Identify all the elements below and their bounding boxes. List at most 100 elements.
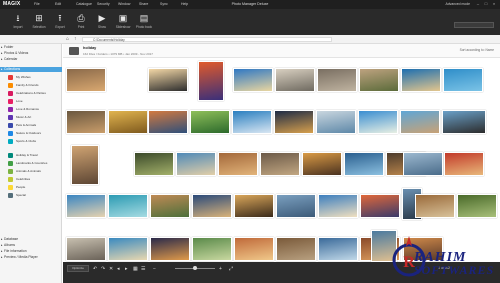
sidebar-item-music-art[interactable]: Music & Art: [8, 114, 58, 121]
photo-thumbnail[interactable]: [276, 237, 316, 261]
sidebar-item-celebrities[interactable]: Celebrities: [8, 176, 58, 183]
sidebar-section-calendar[interactable]: Calendar: [0, 57, 62, 62]
sidebar-item-celebrations[interactable]: Celebrations & Parties: [8, 90, 58, 97]
sidebar-section-database[interactable]: Database: [0, 237, 62, 242]
sidebar-item-landmarks[interactable]: Landmarks & Countries: [8, 160, 58, 167]
sidebar-section-file-info[interactable]: File information: [0, 249, 62, 254]
menu-file[interactable]: File: [34, 2, 55, 6]
photo-thumbnail[interactable]: [359, 68, 399, 92]
photo-thumbnail[interactable]: [108, 194, 148, 218]
grid-view-icon[interactable]: ▦: [133, 266, 138, 272]
prev-icon[interactable]: ◂: [117, 266, 120, 272]
photo-thumbnail[interactable]: [66, 194, 106, 218]
photo-thumbnail[interactable]: [148, 110, 188, 134]
sidebar-item-nature[interactable]: Nature & Outdoors: [8, 130, 58, 137]
close-icon[interactable]: ×: [492, 2, 496, 6]
up-folder-icon[interactable]: ↑: [74, 36, 77, 42]
photo-thumbnail[interactable]: [318, 194, 358, 218]
photo-thumbnail[interactable]: [150, 194, 190, 218]
photo-thumbnail[interactable]: [400, 110, 440, 134]
photobook-button[interactable]: ▤ Photo book: [134, 13, 154, 33]
photo-thumbnail[interactable]: [198, 61, 224, 101]
photo-thumbnail[interactable]: [442, 110, 486, 134]
photo-thumbnail[interactable]: [134, 152, 174, 176]
fit-view-icon[interactable]: ⤢: [229, 266, 233, 272]
list-view-icon[interactable]: ☰: [141, 266, 145, 272]
sidebar-item-love-romance[interactable]: Love & Romance: [8, 106, 58, 113]
sidebar-section-preview[interactable]: Preview / Media Player: [0, 255, 62, 260]
zoom-out-icon[interactable]: −: [153, 266, 156, 272]
photo-thumbnail[interactable]: [232, 110, 272, 134]
sidebar-item-pets-animals[interactable]: Pets & Animals: [8, 122, 58, 129]
menu-help[interactable]: Help: [181, 2, 202, 6]
sidebar-item-animals[interactable]: Animals & Animals: [8, 168, 58, 175]
photo-thumbnail[interactable]: [71, 145, 99, 185]
zoom-slider-handle[interactable]: [193, 266, 197, 270]
sidebar-item-family-friends[interactable]: Family & Friends: [8, 82, 58, 89]
photo-thumbnail[interactable]: [317, 68, 357, 92]
photo-thumbnail[interactable]: [444, 152, 484, 176]
show-button[interactable]: ▶ Show: [92, 13, 112, 33]
photo-thumbnail[interactable]: [66, 68, 106, 92]
photo-thumbnail[interactable]: [443, 68, 483, 92]
photo-thumbnail[interactable]: [274, 110, 314, 134]
menu-edit[interactable]: Edit: [55, 2, 76, 6]
photo-thumbnail[interactable]: [150, 237, 190, 261]
photo-thumbnail[interactable]: [318, 237, 358, 261]
sidebar-item-people[interactable]: People: [8, 184, 58, 191]
photo-thumbnail[interactable]: [276, 194, 316, 218]
photo-thumbnail[interactable]: [66, 237, 106, 261]
sort-dropdown[interactable]: Sort according to: Name: [460, 48, 494, 52]
minimize-icon[interactable]: –: [476, 2, 480, 6]
photo-thumbnail[interactable]: [403, 152, 443, 176]
photo-thumbnail[interactable]: [358, 110, 398, 134]
path-field[interactable]: C:\Documents\Holiday: [82, 37, 332, 42]
sidebar-section-photos-videos[interactable]: Photos & Videos: [0, 51, 62, 56]
photo-thumbnail[interactable]: [192, 194, 232, 218]
photo-thumbnail[interactable]: [234, 194, 274, 218]
photo-thumbnail[interactable]: [401, 68, 441, 92]
sidebar-section-folder[interactable]: Folder: [0, 45, 62, 50]
photo-thumbnail[interactable]: [234, 237, 274, 261]
photo-thumbnail[interactable]: [344, 152, 384, 176]
photo-thumbnail[interactable]: [108, 237, 148, 261]
photo-thumbnail[interactable]: [108, 110, 148, 134]
rotate-right-icon[interactable]: ↷: [101, 266, 105, 272]
photo-thumbnail[interactable]: [275, 68, 315, 92]
menu-share[interactable]: Share: [139, 2, 160, 6]
import-button[interactable]: ⭳ Import: [8, 13, 28, 33]
maximize-icon[interactable]: □: [484, 2, 488, 6]
sidebar-section-albums[interactable]: Albums: [0, 243, 62, 248]
photo-thumbnail[interactable]: [302, 152, 342, 176]
menu-security[interactable]: Security: [97, 2, 118, 6]
photo-thumbnail[interactable]: [176, 152, 216, 176]
sidebar-section-collections[interactable]: Collections: [0, 67, 62, 72]
photo-thumbnail[interactable]: [457, 194, 497, 218]
menu-window[interactable]: Window: [118, 2, 139, 6]
rotate-left-icon[interactable]: ↶: [93, 266, 97, 272]
export-button[interactable]: ⭱ Export: [50, 13, 70, 33]
sidebar-item-special[interactable]: Special: [8, 192, 58, 199]
photo-thumbnail[interactable]: [192, 237, 232, 261]
slideshow-button[interactable]: ▣ Slideshow: [113, 13, 133, 33]
delete-icon[interactable]: ✕: [109, 266, 113, 272]
photo-thumbnail[interactable]: [260, 152, 300, 176]
sidebar-item-love[interactable]: Love: [8, 98, 58, 105]
photo-thumbnail[interactable]: [360, 194, 400, 218]
sidebar-item-sports[interactable]: Sports & Clubs: [8, 138, 58, 145]
next-icon[interactable]: ▸: [125, 266, 128, 272]
photo-thumbnail[interactable]: [218, 152, 258, 176]
menu-sync[interactable]: Sync: [160, 2, 181, 6]
photo-thumbnail[interactable]: [148, 68, 188, 92]
advanced-mode-toggle[interactable]: Advanced mode: [445, 2, 470, 6]
print-button[interactable]: ⎙ Print: [71, 13, 91, 33]
zoom-in-icon[interactable]: +: [219, 266, 222, 272]
optimize-button[interactable]: Optimize: [67, 265, 89, 272]
photo-thumbnail[interactable]: [415, 194, 455, 218]
search-input[interactable]: [454, 22, 494, 28]
menu-catalogue[interactable]: Catalogue: [76, 2, 97, 6]
sidebar-item-my-wishes[interactable]: My Wishes: [8, 74, 58, 81]
photo-thumbnail[interactable]: [190, 110, 230, 134]
home-icon[interactable]: ⌂: [66, 36, 69, 42]
photo-thumbnail[interactable]: [233, 68, 273, 92]
